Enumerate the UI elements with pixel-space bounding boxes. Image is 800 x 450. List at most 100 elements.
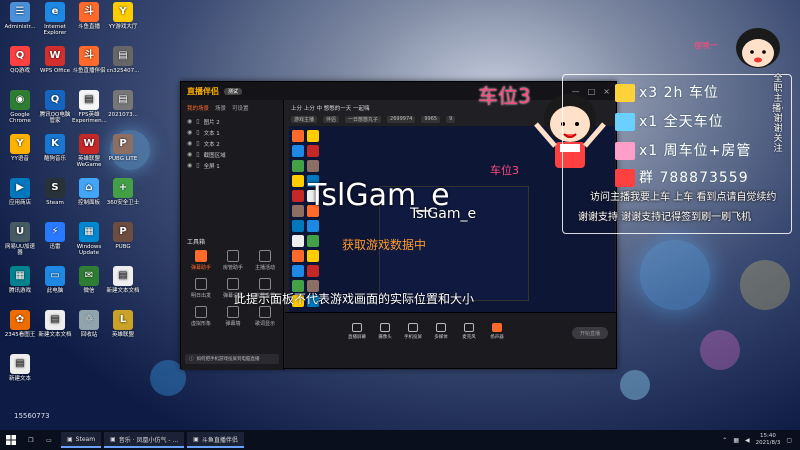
- app-icon: +: [113, 178, 133, 198]
- toolbar-label: 手机投屏: [404, 335, 422, 340]
- toolbar-label: 扬声器: [490, 335, 504, 340]
- desktop-icon[interactable]: ▤ 2021073...: [106, 90, 140, 118]
- desktop-icon-label: Windows Update: [76, 244, 102, 256]
- room-tag: 伴侣: [323, 116, 340, 123]
- desktop-icon[interactable]: ✿ 2345看图王: [3, 310, 37, 338]
- desktop-icon[interactable]: ▦ 腾讯游戏: [3, 266, 37, 294]
- tool-button[interactable]: 房管助手: [217, 250, 249, 271]
- desktop-icon[interactable]: W 英雄联盟WeGame: [72, 134, 106, 168]
- notice-bar[interactable]: ⓘ 如何把手机游戏投屏到电脑直播: [185, 354, 279, 364]
- desktop-icon[interactable]: S Steam: [38, 178, 72, 206]
- desktop-icon[interactable]: Q QQ游戏: [3, 46, 37, 74]
- desktop-icon[interactable]: ⚡ 迅雷: [38, 222, 72, 250]
- volume-icon[interactable]: ◀: [745, 437, 750, 444]
- desktop-icon[interactable]: ⌂ 控制面板: [72, 178, 106, 206]
- eye-icon[interactable]: ◉: [187, 118, 192, 125]
- desktop-icon[interactable]: ▶ 应用商店: [3, 178, 37, 206]
- desktop-icon[interactable]: P PUBG LITE: [106, 134, 140, 162]
- desktop-icon[interactable]: ▤ cn325407...: [106, 46, 140, 74]
- bottom-toolbar: 开始直播 直播屏幕 摄像头 手机投屏 多媒体 麦克风 扬声器: [285, 312, 616, 368]
- lock-icon[interactable]: ▯: [196, 162, 199, 169]
- tab-my-scene[interactable]: 我的场景: [187, 104, 209, 112]
- slot-text: x1 周车位+房管: [639, 143, 752, 159]
- eye-icon[interactable]: ◉: [187, 151, 192, 158]
- tool-button[interactable]: 弹幕助手: [185, 250, 217, 271]
- desktop-icon[interactable]: W WPS Office: [38, 46, 72, 74]
- tool-button[interactable]: 弹幕墙: [217, 306, 249, 327]
- desktop-icon[interactable]: ▦ Windows Update: [72, 222, 106, 256]
- desktop-icon[interactable]: +360安全卫士: [106, 178, 140, 206]
- clock[interactable]: 15:40 2021/8/3: [756, 433, 781, 447]
- desktop-icon[interactable]: ▤ 新建文本: [3, 354, 37, 382]
- tool-label: 歌词显示: [254, 321, 275, 327]
- tool-label: 主播活动: [254, 265, 275, 271]
- eye-icon[interactable]: ◉: [187, 140, 192, 147]
- tool-icon: [195, 278, 207, 290]
- desktop-icon[interactable]: ▭ 此电脑: [38, 266, 72, 294]
- eye-icon[interactable]: ◉: [187, 162, 192, 169]
- desktop-icon-label: Administr...: [4, 24, 36, 30]
- desktop-icon[interactable]: ☰ Administr...: [3, 2, 37, 30]
- folder-icon[interactable]: ▭: [40, 437, 58, 444]
- toolbar-button[interactable]: 多媒体: [427, 323, 455, 340]
- tab-scene[interactable]: 场景: [215, 104, 226, 112]
- desktop-icon[interactable]: ▤ FPS英雄 Experimen...: [72, 90, 107, 124]
- desktop-icon[interactable]: Y YY语音: [3, 134, 37, 162]
- desktop-icon[interactable]: L 英雄联盟: [106, 310, 140, 338]
- preview-icon: [307, 250, 319, 262]
- desktop-icon[interactable]: ✉ 微信: [72, 266, 106, 294]
- source-item[interactable]: ◉ ▯ 图片 2: [181, 116, 283, 127]
- desktop-icon[interactable]: U 网易UU加速器: [3, 222, 37, 256]
- toolbar-button[interactable]: 扬声器: [483, 323, 511, 340]
- desktop-icon[interactable]: e Internet Explorer: [38, 2, 72, 36]
- notification-icon[interactable]: ▢: [786, 437, 792, 444]
- desktop-icons: ☰ Administr... e Internet Explorer 斗斗鱼直播 Y YY游…: [0, 0, 190, 430]
- taskbar-item[interactable]: ▣ 音乐 · 凤凰小仿气 - ...: [104, 432, 185, 448]
- desktop-icon[interactable]: P PUBG: [106, 222, 140, 250]
- tray-arrow-icon[interactable]: ⌃: [722, 437, 727, 444]
- tool-button[interactable]: 歌词显示: [249, 306, 281, 327]
- desktop-icon-label: 回收站: [80, 332, 98, 338]
- lock-icon[interactable]: ▯: [196, 151, 199, 158]
- toolbar-button[interactable]: 麦克风: [455, 323, 483, 340]
- source-item[interactable]: ◉ ▯ 截图区域: [181, 149, 283, 160]
- lock-icon[interactable]: ▯: [196, 129, 199, 136]
- app-icon: ▣: [193, 435, 199, 443]
- source-item[interactable]: ◉ ▯ 全屏 1: [181, 160, 283, 171]
- eye-icon[interactable]: ◉: [187, 129, 192, 136]
- tool-button[interactable]: 明日出发: [185, 278, 217, 299]
- left-panel: 我的场景 场景 可设置 ◉ ▯ 图片 2 ◉ ▯ 文本 1 ◉ ▯ 文本 2 ◉ ▯ 截图区域 ◉ ▯ 全屏…: [181, 100, 284, 370]
- desktop-icon[interactable]: Y YY游戏大厅: [106, 2, 140, 30]
- lock-icon[interactable]: ▯: [196, 140, 199, 147]
- desktop-icon[interactable]: ♲ 回收站: [72, 310, 106, 338]
- toolbar-label: 摄像头: [378, 335, 392, 340]
- start-live-button[interactable]: 开始直播: [572, 327, 608, 339]
- desktop-icon[interactable]: ▤ 新建文本文档: [106, 266, 140, 294]
- app-icon: ▭: [45, 266, 65, 286]
- toolbar-button[interactable]: 直播屏幕: [343, 323, 371, 340]
- taskview-icon[interactable]: ❒: [22, 437, 40, 444]
- desktop-icon[interactable]: ◉ Google Chrome: [3, 90, 37, 124]
- source-item[interactable]: ◉ ▯ 文本 1: [181, 127, 283, 138]
- desktop-icon-label: YY游戏大厅: [108, 24, 138, 30]
- desktop-icon[interactable]: 斗斗鱼直播伴侣: [72, 46, 106, 74]
- desktop-icon[interactable]: Q 腾讯QQ电脑管家: [38, 90, 72, 124]
- desktop-icon-label: 2345看图王: [4, 332, 36, 338]
- toolbar-button[interactable]: 摄像头: [371, 323, 399, 340]
- source-item[interactable]: ◉ ▯ 文本 2: [181, 138, 283, 149]
- tool-button[interactable]: 虚拟形象: [185, 306, 217, 327]
- tab-settings[interactable]: 可设置: [232, 104, 249, 112]
- info-icon: ⓘ: [189, 357, 194, 362]
- desktop-icon[interactable]: 斗斗鱼直播: [72, 2, 106, 30]
- desktop-icon[interactable]: K 酷狗音乐: [38, 134, 72, 162]
- lock-icon[interactable]: ▯: [196, 118, 199, 125]
- network-icon[interactable]: ▦: [733, 437, 739, 444]
- watermark-text-small: TslGam_e: [410, 206, 477, 222]
- desktop-icon[interactable]: ▤ 新建文本文档: [38, 310, 72, 338]
- start-button[interactable]: [0, 430, 22, 450]
- tool-button[interactable]: 主播活动: [249, 250, 281, 271]
- desktop-icon-label: PUBG LITE: [108, 156, 138, 162]
- toolbar-button[interactable]: 手机投屏: [399, 323, 427, 340]
- taskbar-item[interactable]: ▣ 斗鱼直播伴侣: [187, 432, 244, 448]
- taskbar-item[interactable]: ▣ Steam: [61, 432, 102, 448]
